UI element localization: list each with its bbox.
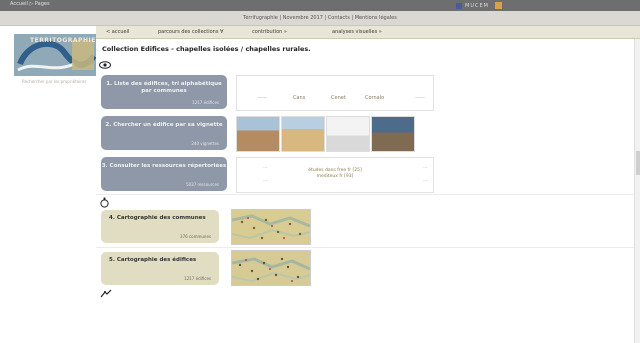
tools-icon (100, 289, 112, 301)
card-count: 240 vignettes (191, 141, 219, 146)
top-bar: Accueil ▷ Pages MUCEM (0, 0, 640, 11)
chapel-thumbnail[interactable] (281, 116, 325, 152)
map-preview-icon (232, 251, 310, 285)
nav-home[interactable]: < accueil (106, 29, 129, 35)
card-title: 2. Chercher un édifice par sa vignette (105, 122, 223, 128)
main-content: Collection Edifices - chapelles isolées … (96, 39, 636, 343)
card-count: 376 communes (180, 234, 211, 239)
chapel-thumbnail[interactable] (326, 116, 370, 152)
site-wordmark: TERRITOGRAPHIE (30, 37, 96, 44)
commune-link[interactable]: Cenet (331, 95, 346, 101)
card-resources[interactable]: 3. Consulter les ressources répertoriées… (101, 157, 227, 191)
card-count: 5037 ressources (186, 182, 219, 187)
scrollbar-thumb[interactable] (636, 151, 640, 175)
compass-icon (100, 197, 109, 211)
resource-link[interactable]: mediteux fr [93] (237, 174, 433, 180)
page-scrollbar[interactable] (634, 39, 640, 343)
breadcrumb[interactable]: Accueil ▷ Pages (10, 1, 50, 7)
card-title: 5. Cartographie des édifices (109, 257, 197, 263)
site-logo[interactable]: TERRITOGRAPHIE (14, 34, 96, 76)
mucem-logo[interactable]: MUCEM (456, 2, 502, 9)
card-title: 4. Cartographie des communes (109, 215, 206, 221)
thumbnail-strip (236, 116, 416, 152)
panel-commune-links: —— Cans Cenet Cornalo —— (236, 75, 434, 111)
secondary-bar: Terrifugraphie | Novembre 2017 | Contact… (0, 11, 640, 26)
commune-map-preview[interactable] (231, 209, 311, 245)
chapel-thumbnail[interactable] (371, 116, 415, 152)
placeholder-dash: —— (257, 95, 267, 101)
section-divider (96, 194, 636, 195)
map-preview-icon (232, 210, 310, 244)
commune-link[interactable]: Cornalo (365, 95, 384, 101)
chapel-thumbnail[interactable] (236, 116, 280, 152)
card-count: 1217 édifices (192, 100, 219, 105)
nav-collections[interactable]: parcours des collections ∀ (158, 29, 223, 35)
page-title: Collection Edifices - chapelles isolées … (102, 45, 311, 53)
nav-contribution[interactable]: contribution » (252, 29, 287, 35)
edifice-map-preview[interactable] (231, 250, 311, 286)
panel-resources: ··· ··· ··· ··· études dans free fr [25]… (236, 157, 434, 193)
logo-square-icon (456, 2, 462, 9)
card-map-edifices[interactable]: 5. Cartographie des édifices 1217 édific… (101, 252, 219, 285)
main-nav: < accueil parcours des collections ∀ con… (96, 26, 640, 39)
card-list-edifices[interactable]: 1. Liste des édifices, tri alphabétique … (101, 75, 227, 109)
header-links[interactable]: Terrifugraphie | Novembre 2017 | Contact… (0, 15, 640, 21)
card-count: 1217 édifices (184, 276, 211, 281)
section-divider (96, 247, 636, 248)
flag-icon (494, 2, 502, 9)
nav-visual-analyses[interactable]: analyses visuelles » (332, 29, 382, 35)
card-search-thumbnail[interactable]: 2. Chercher un édifice par sa vignette 2… (101, 116, 227, 150)
logo-text: MUCEM (465, 2, 489, 9)
card-title: 3. Consulter les ressources répertoriées (101, 163, 227, 169)
placeholder-dash: —— (415, 95, 425, 101)
card-map-communes[interactable]: 4. Cartographie des communes 376 commune… (101, 210, 219, 243)
commune-link[interactable]: Cans (293, 95, 305, 101)
eye-icon (99, 61, 111, 72)
card-title: 1. Liste des édifices, tri alphabétique … (106, 81, 222, 94)
sidebar-hint[interactable]: Rechercher par les propriétaires (22, 79, 86, 84)
